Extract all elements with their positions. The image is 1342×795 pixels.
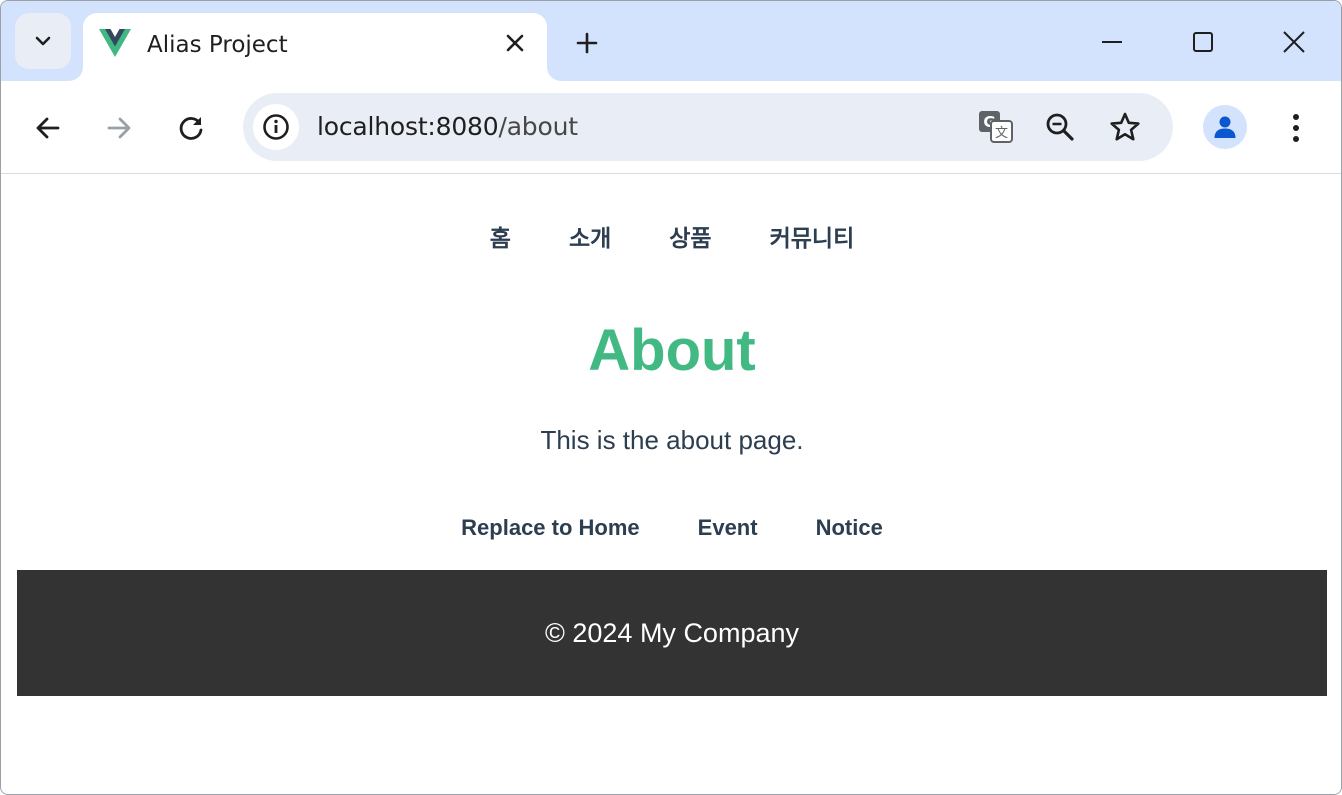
nav-link-community[interactable]: 커뮤니티 (741, 219, 884, 253)
maximize-button[interactable] (1180, 19, 1226, 65)
close-icon (1283, 31, 1305, 53)
info-icon (263, 114, 289, 140)
reload-icon (179, 117, 203, 140)
plus-icon (576, 32, 598, 54)
sub-nav: Replace to Home Event Notice (1, 515, 1341, 541)
tab-title: Alias Project (147, 32, 288, 58)
close-icon (506, 34, 524, 52)
page-description: This is the about page. (540, 425, 804, 455)
browser-toolbar: localhost:8080/about G 文 (1, 81, 1341, 174)
svg-text:文: 文 (995, 126, 1008, 141)
star-icon (1110, 112, 1140, 141)
arrow-left-icon (36, 117, 60, 139)
translate-icon: G 文 (979, 111, 1013, 143)
chevron-down-icon (35, 36, 51, 46)
browser-menu-button[interactable] (1273, 105, 1319, 151)
profile-button[interactable] (1203, 105, 1247, 149)
forward-button[interactable] (96, 105, 142, 151)
url-text[interactable]: localhost:8080/about (317, 112, 578, 141)
footer-copyright: © 2024 My Company (544, 617, 799, 648)
zoom-button[interactable] (1040, 107, 1080, 147)
site-info-button[interactable] (253, 104, 299, 150)
minimize-icon (1102, 41, 1122, 43)
maximize-icon (1193, 32, 1213, 52)
arrow-right-icon (107, 117, 131, 139)
replace-to-home-link[interactable]: Replace to Home (432, 515, 669, 541)
nav-link-home[interactable]: 홈 (461, 219, 540, 253)
nav-link-products[interactable]: 상품 (640, 219, 740, 253)
tab-strip: Alias Project (1, 1, 1341, 81)
nav-link-about[interactable]: 소개 (540, 219, 640, 253)
active-tab[interactable]: Alias Project (83, 13, 547, 81)
minimize-button[interactable] (1089, 19, 1135, 65)
url-path: /about (498, 112, 578, 141)
address-bar[interactable]: localhost:8080/about G 文 (243, 93, 1173, 161)
site-footer: © 2024 My Company (17, 570, 1327, 696)
url-host: localhost:8080 (317, 112, 499, 141)
zoom-out-icon (1046, 113, 1074, 141)
bookmark-button[interactable] (1105, 107, 1145, 147)
reload-button[interactable] (168, 105, 214, 151)
notice-link[interactable]: Notice (787, 515, 912, 541)
kebab-menu-icon (1293, 114, 1299, 142)
tab-search-button[interactable] (15, 13, 71, 69)
page-title: About (588, 318, 756, 383)
vue-logo-icon (99, 29, 131, 57)
main-nav: 홈 소개 상품 커뮤니티 (1, 219, 1341, 253)
close-window-button[interactable] (1271, 19, 1317, 65)
page-content: 홈 소개 상품 커뮤니티 About This is the about pag… (1, 175, 1341, 794)
event-link[interactable]: Event (669, 515, 787, 541)
tab-close-button[interactable] (501, 29, 529, 57)
person-icon (1214, 116, 1236, 138)
back-button[interactable] (25, 105, 71, 151)
new-tab-button[interactable] (567, 23, 607, 63)
browser-window: Alias Project localhost:8080/about G 文 홈… (0, 0, 1342, 795)
translate-button[interactable]: G 文 (976, 107, 1016, 147)
